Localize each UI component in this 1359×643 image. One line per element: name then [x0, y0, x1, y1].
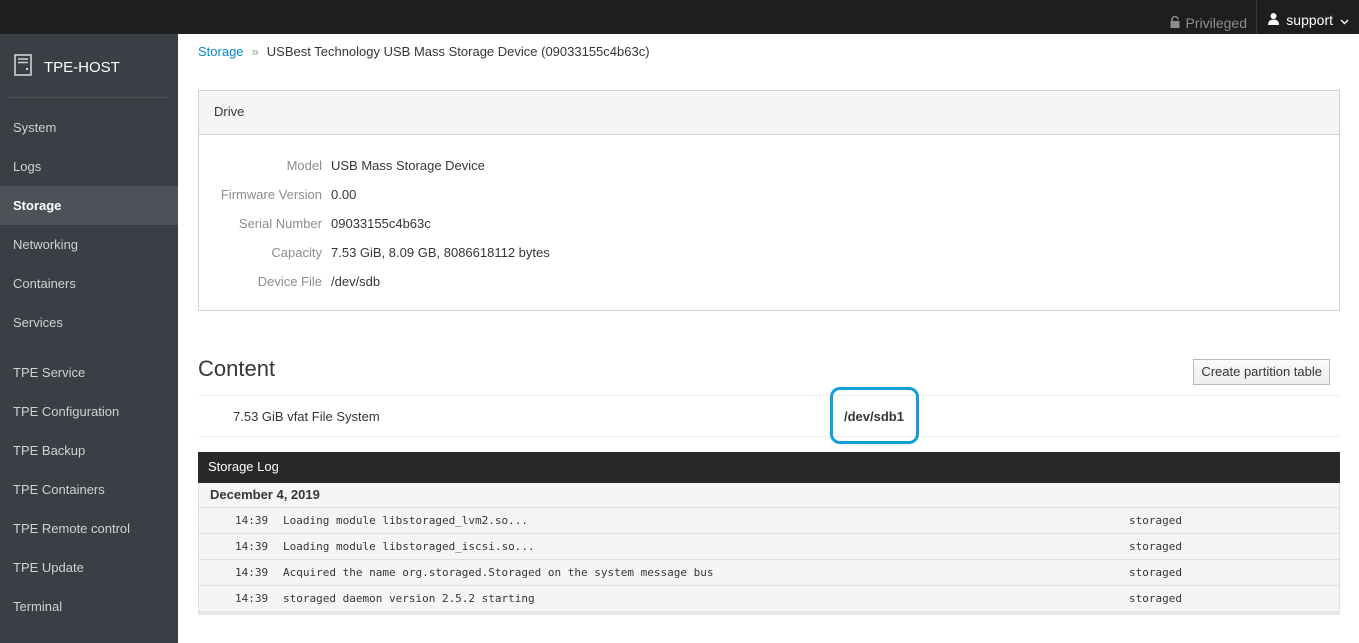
sidebar-item-tpe-containers[interactable]: TPE Containers: [0, 470, 178, 509]
field-label: Capacity: [271, 245, 322, 260]
log-time: 14:39: [235, 514, 269, 527]
field-label: Serial Number: [238, 216, 322, 231]
annotation-highlight-box: [830, 387, 919, 444]
server-icon: [14, 54, 32, 80]
log-time: 14:39: [235, 592, 269, 605]
user-label: support: [1286, 12, 1333, 28]
field-value: /dev/sdb: [331, 274, 381, 289]
log-entry[interactable]: 14:39 Loading module libstoraged_lvm2.so…: [198, 508, 1340, 534]
drive-field-firmware: Firmware Version 0.00: [199, 187, 1339, 207]
sidebar-item-containers[interactable]: Containers: [0, 264, 178, 303]
storage-log: Storage Log December 4, 2019 14:39 Loadi…: [198, 452, 1340, 615]
breadcrumb-storage-link[interactable]: Storage: [198, 44, 244, 59]
sidebar-item-system[interactable]: System: [0, 108, 178, 147]
sidebar-item-tpe-backup[interactable]: TPE Backup: [0, 431, 178, 470]
drive-field-model: Model USB Mass Storage Device: [199, 158, 1339, 178]
log-source: storaged: [1129, 540, 1182, 553]
lock-icon: [1170, 13, 1180, 33]
top-navbar: Privileged support: [0, 0, 1359, 34]
sidebar-item-storage[interactable]: Storage: [0, 186, 178, 225]
user-menu[interactable]: support: [1268, 12, 1349, 28]
field-label: Device File: [257, 274, 322, 289]
field-value: 09033155c4b63c: [331, 216, 431, 231]
sidebar-item-logs[interactable]: Logs: [0, 147, 178, 186]
log-time: 14:39: [235, 540, 269, 553]
drive-panel: Drive Model USB Mass Storage Device Firm…: [198, 90, 1340, 311]
sidebar: TPE-HOST System Logs Storage Networking …: [0, 34, 178, 643]
log-entry[interactable]: 14:39 Acquired the name org.storaged.Sto…: [198, 560, 1340, 586]
breadcrumb-separator: »: [251, 44, 259, 59]
filesystem-description: 7.53 GiB vfat File System: [233, 409, 380, 424]
field-label: Model: [286, 158, 322, 173]
breadcrumb: Storage » USBest Technology USB Mass Stora…: [198, 44, 650, 59]
privileged-indicator[interactable]: Privileged: [1170, 0, 1247, 34]
field-value: USB Mass Storage Device: [331, 158, 485, 173]
log-source: storaged: [1129, 514, 1182, 527]
log-message: Loading module libstoraged_lvm2.so...: [283, 514, 529, 527]
sidebar-item-tpe-remote-control[interactable]: TPE Remote control: [0, 509, 178, 548]
content-heading: Content: [198, 356, 276, 381]
sidebar-divider: [8, 97, 167, 98]
sidebar-item-networking[interactable]: Networking: [0, 225, 178, 264]
sidebar-item-services[interactable]: Services: [0, 303, 178, 342]
topbar-divider: [1256, 0, 1257, 34]
field-value: 0.00: [331, 187, 357, 202]
log-entry[interactable]: 14:39 storaged daemon version 2.5.2 star…: [198, 586, 1340, 612]
sidebar-item-tpe-service[interactable]: TPE Service: [0, 353, 178, 392]
host-name: TPE-HOST: [44, 58, 120, 76]
sidebar-item-terminal[interactable]: Terminal: [0, 587, 178, 626]
log-message: Loading module libstoraged_iscsi.so...: [283, 540, 535, 553]
log-source: storaged: [1129, 592, 1182, 605]
content-row[interactable]: 7.53 GiB vfat File System /dev/sdb1: [198, 395, 1340, 437]
log-source: storaged: [1129, 566, 1182, 579]
user-icon: [1268, 12, 1280, 28]
host-brand[interactable]: TPE-HOST: [14, 54, 120, 80]
privileged-label: Privileged: [1185, 15, 1247, 31]
chevron-down-icon: [1340, 12, 1349, 28]
log-message: storaged daemon version 2.5.2 starting: [283, 592, 535, 605]
field-label: Firmware Version: [220, 187, 322, 202]
drive-panel-title: Drive: [199, 91, 1339, 135]
log-entry[interactable]: 14:39 Loading module libstoraged_iscsi.s…: [198, 534, 1340, 560]
create-partition-table-button[interactable]: Create partition table: [1193, 359, 1330, 385]
sidebar-item-tpe-configuration[interactable]: TPE Configuration: [0, 392, 178, 431]
log-time: 14:39: [235, 566, 269, 579]
field-value: 7.53 GiB, 8.09 GB, 8086618112 bytes: [331, 245, 550, 260]
drive-field-device-file: Device File /dev/sdb: [199, 274, 1339, 294]
storage-log-title: Storage Log: [198, 452, 1340, 483]
log-footer: [198, 612, 1340, 615]
breadcrumb-current: USBest Technology USB Mass Storage Devic…: [266, 44, 650, 59]
drive-field-capacity: Capacity 7.53 GiB, 8.09 GB, 8086618112 b…: [199, 245, 1339, 265]
sidebar-item-tpe-update[interactable]: TPE Update: [0, 548, 178, 587]
main-content: Storage » USBest Technology USB Mass Stora…: [178, 34, 1359, 643]
drive-field-serial: Serial Number 09033155c4b63c: [199, 216, 1339, 236]
log-date-header: December 4, 2019: [198, 483, 1340, 508]
log-message: Acquired the name org.storaged.Storaged …: [283, 566, 714, 579]
